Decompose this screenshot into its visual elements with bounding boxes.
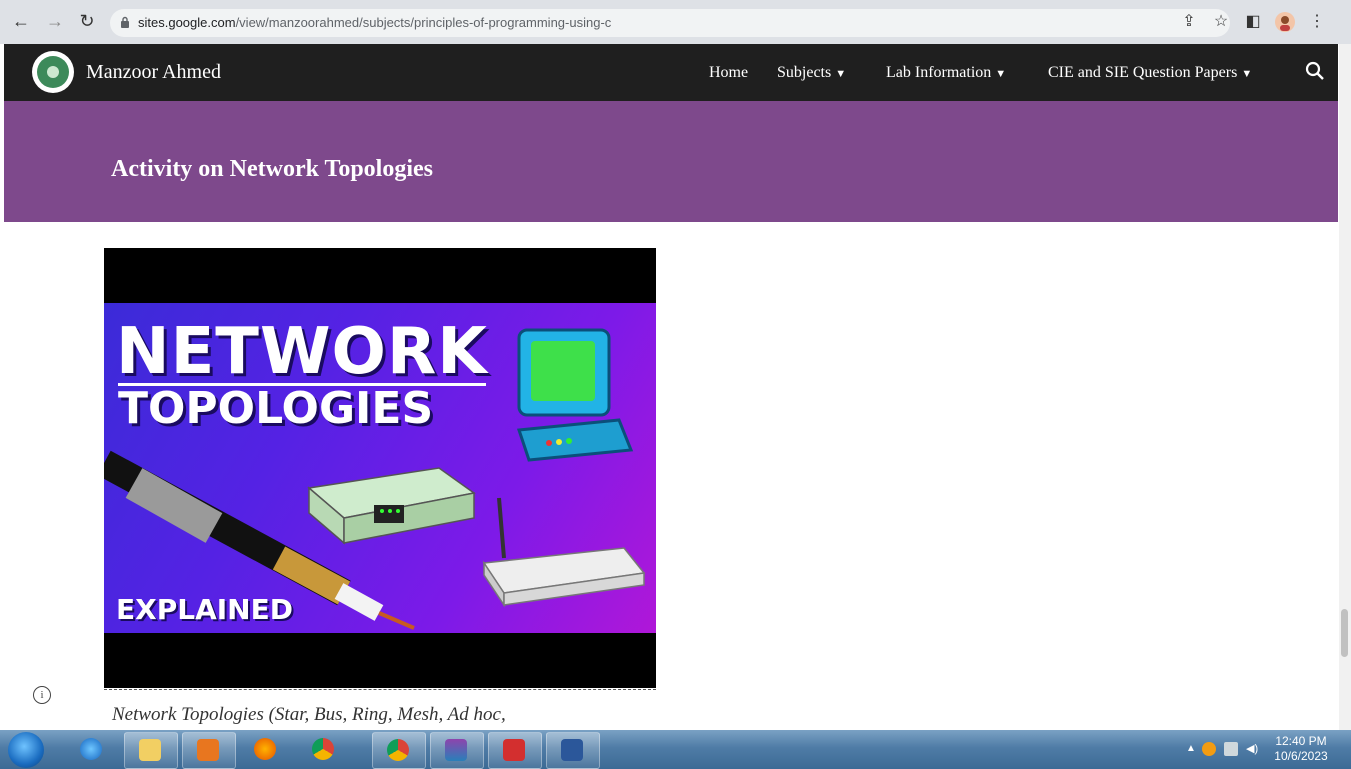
share-icon[interactable]: ⇪: [1178, 11, 1200, 33]
nav-question-papers[interactable]: CIE and SIE Question Papers ▼: [1048, 64, 1252, 82]
info-icon[interactable]: i: [33, 686, 51, 704]
taskbar-acrobat[interactable]: [488, 732, 542, 769]
computer-illustration-icon: [516, 328, 634, 462]
thumbnail-title-line1: NETWORK: [116, 315, 488, 389]
site-title[interactable]: Manzoor Ahmed: [86, 61, 221, 84]
folder-icon: [139, 739, 161, 761]
menu-dots-icon[interactable]: ⋮: [1306, 11, 1328, 33]
thumbnail-title-line2: TOPOLOGIES: [118, 383, 434, 434]
chrome-profile-icon: [387, 739, 409, 761]
internet-explorer-icon: [80, 738, 102, 760]
url-path: /view/manzoorahmed/subjects/principles-o…: [235, 15, 612, 30]
lock-icon: [121, 16, 129, 28]
chevron-down-icon: ▼: [995, 68, 1007, 80]
nav-subjects-label: Subjects: [777, 64, 832, 81]
chrome-icon: [312, 738, 334, 760]
address-bar[interactable]: sites.google.com/view/manzoorahmed/subje…: [110, 9, 1230, 37]
word-icon: [561, 739, 583, 761]
search-icon[interactable]: [1304, 60, 1326, 82]
site-logo-center: [47, 66, 59, 78]
bookmark-star-icon[interactable]: ☆: [1210, 11, 1232, 33]
firefox-icon: [254, 738, 276, 760]
page-scrollbar[interactable]: [1339, 44, 1351, 730]
video-caption: Network Topologies (Star, Bus, Ring, Mes…: [112, 704, 506, 725]
acrobat-icon: [503, 739, 525, 761]
chevron-down-icon: ▼: [835, 68, 847, 80]
site-logo-inner: [37, 56, 69, 88]
forward-icon[interactable]: →: [44, 10, 66, 32]
nav-home[interactable]: Home: [709, 64, 748, 82]
profile-avatar-icon[interactable]: [1274, 11, 1296, 33]
taskbar-clock[interactable]: 12:40 PM 10/6/2023: [1266, 734, 1336, 764]
site-logo[interactable]: [32, 51, 74, 93]
nav-home-label: Home: [709, 64, 749, 81]
taskbar-media[interactable]: [182, 732, 236, 769]
chevron-down-icon: ▼: [1241, 68, 1253, 80]
nav-papers-label: CIE and SIE Question Papers: [1048, 64, 1238, 81]
nav-lab-label: Lab Information: [886, 64, 992, 81]
back-icon[interactable]: ←: [10, 10, 32, 32]
taskbar-chrome[interactable]: [298, 732, 350, 767]
start-button[interactable]: [8, 732, 44, 768]
taskbar-firefox[interactable]: [240, 732, 292, 767]
url-host: sites.google.com: [138, 15, 236, 30]
scrollbar-thumb[interactable]: [1341, 609, 1348, 657]
page-title: Activity on Network Topologies: [111, 156, 434, 182]
taskbar-chrome-profile[interactable]: [372, 732, 426, 769]
video-caption-box: Network Topologies (Star, Bus, Ring, Mes…: [104, 689, 656, 730]
windows-taskbar: ▲ ◀): [0, 730, 1351, 769]
taskbar-winrar[interactable]: [430, 732, 484, 769]
reload-icon[interactable]: ↻: [76, 10, 98, 32]
nav-subjects[interactable]: Subjects ▼: [777, 64, 846, 82]
video-embed[interactable]: NETWORK TOPOLOGIES EXPLAINED: [104, 248, 656, 688]
clock-time: 12:40 PM: [1275, 734, 1327, 748]
tray-app-icon[interactable]: [1202, 742, 1216, 756]
browser-toolbar: ← → ↻ sites.google.com/view/manzoorahmed…: [0, 0, 1351, 44]
router-icon: [482, 497, 646, 608]
page-banner: Activity on Network Topologies: [4, 101, 1338, 222]
thumbnail-subtitle: EXPLAINED: [116, 593, 293, 626]
site-header: Manzoor Ahmed Home Subjects ▼ Lab Informa…: [4, 44, 1338, 101]
taskbar-explorer[interactable]: [124, 732, 178, 769]
volume-icon[interactable]: ◀): [1246, 742, 1260, 756]
side-panel-icon[interactable]: ◧: [1242, 11, 1264, 33]
taskbar-word[interactable]: [546, 732, 600, 769]
media-player-icon: [197, 739, 219, 761]
nav-lab-information[interactable]: Lab Information ▼: [886, 64, 1006, 82]
network-icon[interactable]: [1224, 742, 1238, 756]
url-text: sites.google.com/view/manzoorahmed/subje…: [138, 15, 611, 30]
taskbar-ie[interactable]: [66, 732, 118, 767]
clock-date: 10/6/2023: [1274, 749, 1328, 763]
show-hidden-icons-icon[interactable]: ▲: [1186, 742, 1200, 756]
winrar-icon: [445, 739, 467, 761]
video-thumbnail[interactable]: NETWORK TOPOLOGIES EXPLAINED: [104, 303, 656, 633]
